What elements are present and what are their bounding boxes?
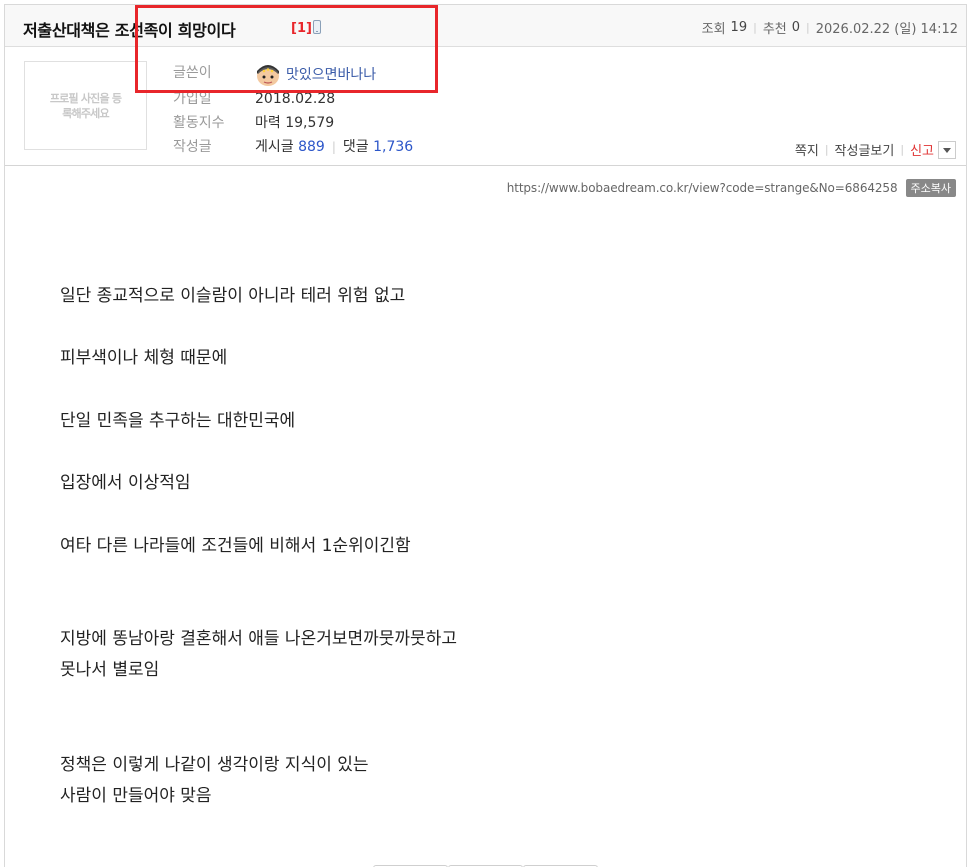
author-nickname[interactable]: 맛있으면바나나 [286, 65, 376, 85]
body-line: 입장에서 이상적임 [60, 473, 191, 493]
post-stats: 조회 19 | 추천 0 | 2026.02.22 (일) 14:12 [702, 18, 958, 37]
activity-score: 19,579 [285, 115, 335, 131]
copy-url-button[interactable]: 주소복사 [905, 179, 956, 197]
profile-placeholder-text: 프로필 사진을 등록해주세요 [49, 91, 122, 120]
url-bar: https://www.bobaedream.co.kr/view?code=s… [507, 179, 956, 197]
posts-info: 게시글 889 | 댓글 1,736 [255, 137, 413, 157]
joined-date: 2018.02.28 [255, 91, 336, 107]
header-divider [5, 165, 966, 166]
stats-divider: | [806, 21, 810, 34]
report-button[interactable]: 신고 [910, 140, 934, 159]
activity-label: 활동지수 [173, 115, 225, 131]
body-line: 일단 종교적으로 이슬람이 아니라 테러 위험 없고 [60, 286, 406, 306]
writer-label: 글쓴이 [173, 65, 212, 81]
actions-divider: | [824, 143, 829, 156]
chevron-down-icon[interactable] [938, 140, 956, 159]
comments-count-label: 댓글 [342, 139, 369, 155]
recommend-count: 0 [791, 20, 801, 35]
activity-value: 마력 19,579 [255, 113, 334, 133]
body-line: 여타 다른 나라들에 조건들에 비해서 1순위이긴함 [60, 536, 411, 556]
recommend-label: 추천 [762, 22, 787, 37]
posts-count-label: 게시글 [255, 139, 294, 155]
posts-count-link[interactable]: 889 [298, 137, 325, 157]
post-datetime: 2026.02.22 (일) 14:12 [815, 22, 958, 37]
message-button[interactable]: 쪽지 [795, 140, 819, 159]
avatar-icon[interactable] [255, 63, 281, 87]
body-line: 못나서 별로임 [60, 660, 160, 680]
stats-divider: | [753, 21, 757, 34]
comments-count-link[interactable]: 1,736 [373, 137, 413, 157]
body-line: 사람이 만들어야 맞음 [60, 786, 212, 806]
comment-count-link[interactable]: [1] [291, 21, 312, 36]
joined-label: 가입일 [173, 91, 212, 107]
body-line: 피부색이나 체형 때문에 [60, 348, 228, 368]
body-line: 지방에 똥남아랑 결혼해서 애들 나온거보면까뭇까뭇하고 [60, 629, 457, 649]
posts-divider: | [331, 140, 336, 154]
body-line: 정책은 이렇게 나같이 생각이랑 지식이 있는 [60, 755, 369, 775]
profile-photo-placeholder: 프로필 사진을 등록해주세요 [24, 61, 147, 150]
views-count: 19 [730, 20, 748, 35]
mobile-icon [313, 20, 321, 34]
activity-type: 마력 [255, 115, 281, 131]
posts-label: 작성글 [173, 139, 212, 155]
post-title: 저출산대책은 조선족이 희망이다 [23, 21, 236, 40]
post-header: 저출산대책은 조선족이 희망이다 [1] 조회 19 | 추천 0 | 2026… [5, 5, 966, 47]
author-actions: 쪽지 | 작성글보기 | 신고 [795, 140, 956, 159]
view-posts-button[interactable]: 작성글보기 [835, 140, 895, 159]
post-view-frame: 저출산대책은 조선족이 희망이다 [1] 조회 19 | 추천 0 | 2026… [4, 4, 967, 867]
post-url[interactable]: https://www.bobaedream.co.kr/view?code=s… [507, 181, 898, 195]
author-info: 맛있으면바나나 [255, 63, 376, 87]
views-label: 조회 [701, 22, 726, 37]
body-line: 단일 민족을 추구하는 대한민국에 [60, 411, 296, 431]
actions-divider: | [900, 143, 905, 156]
